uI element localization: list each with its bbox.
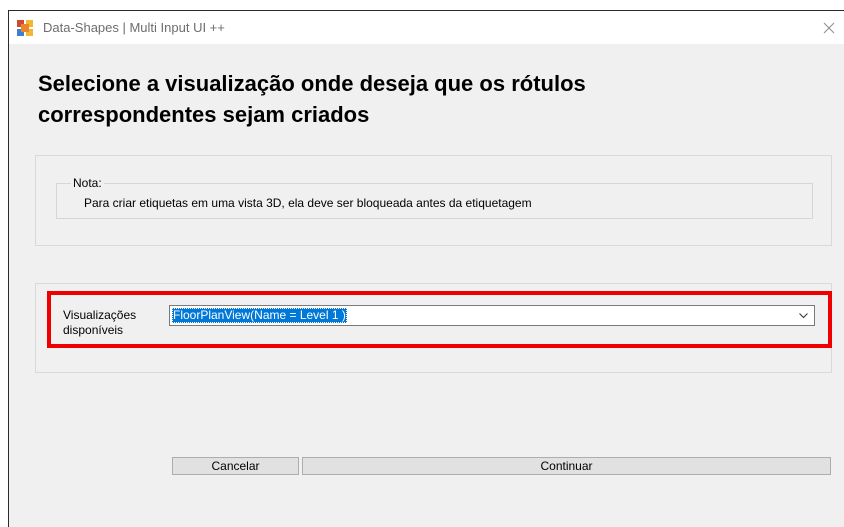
note-legend: Nota:: [71, 176, 104, 190]
continue-button[interactable]: Continuar: [302, 457, 831, 475]
title-bar: Data-Shapes | Multi Input UI ++: [9, 11, 844, 44]
window-title: Data-Shapes | Multi Input UI ++: [43, 20, 225, 35]
views-dropdown-value: FloorPlanView(Name = Level 1 ): [172, 308, 347, 323]
close-icon: [823, 22, 835, 33]
chevron-down-icon[interactable]: [795, 306, 812, 325]
page-title: Selecione a visualização onde deseja que…: [38, 68, 818, 130]
note-group: Nota: Para criar etiquetas em uma vista …: [56, 176, 813, 219]
views-label-line-2: disponíveis: [63, 323, 124, 337]
app-icon: [17, 20, 33, 36]
views-label-line-1: Visualizações: [63, 308, 137, 322]
page-title-line-1: Selecione a visualização onde deseja que…: [38, 71, 586, 96]
page-title-line-2: correspondentes sejam criados: [38, 102, 370, 127]
note-panel: Nota: Para criar etiquetas em uma vista …: [35, 155, 832, 246]
views-dropdown[interactable]: FloorPlanView(Name = Level 1 ): [169, 305, 815, 326]
close-button[interactable]: [814, 11, 844, 44]
cancel-button[interactable]: Cancelar: [172, 457, 299, 475]
dialog-window: Data-Shapes | Multi Input UI ++ Selecion…: [8, 10, 844, 527]
note-text: Para criar etiquetas em uma vista 3D, el…: [84, 196, 532, 210]
views-label: Visualizações disponíveis: [63, 308, 136, 338]
